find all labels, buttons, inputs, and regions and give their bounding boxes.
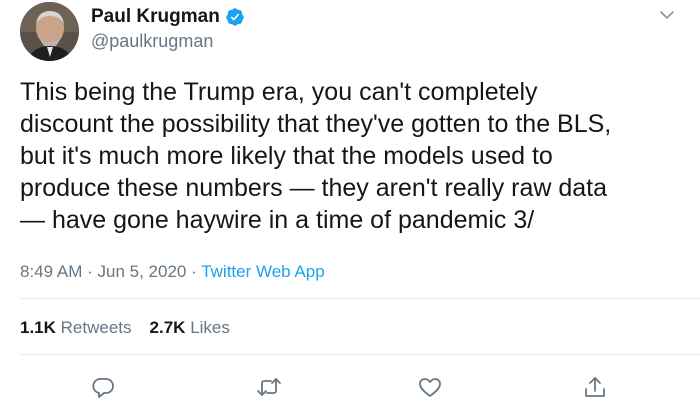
retweets-count: 1.1K — [20, 318, 56, 337]
tweet-stats: 1.1K Retweets 2.7K Likes — [20, 318, 230, 338]
heart-icon[interactable] — [417, 375, 443, 399]
meta-separator: · — [191, 262, 197, 281]
meta-separator: · — [87, 262, 93, 281]
avatar-image — [20, 2, 79, 61]
retweet-icon[interactable] — [256, 375, 282, 399]
tweet-text-line: but it's much more likely that the model… — [20, 142, 553, 170]
author-handle[interactable]: @paulkrugman — [91, 31, 213, 52]
verified-badge-icon — [225, 7, 245, 27]
likes-count: 2.7K — [149, 318, 186, 337]
tweet-text-line: This being the Trump era, you can't comp… — [20, 78, 538, 106]
share-icon[interactable] — [582, 375, 608, 399]
author-display-name[interactable]: Paul Krugman — [91, 6, 220, 28]
likes-stat[interactable]: 2.7K Likes — [150, 318, 230, 337]
divider — [20, 298, 700, 299]
likes-label: Likes — [190, 318, 230, 337]
tweet-text: This being the Trump era, you can't comp… — [20, 76, 690, 236]
tweet-card: Paul Krugman @paulkrugman This being the… — [0, 0, 700, 400]
tweet-date[interactable]: Jun 5, 2020 — [98, 262, 187, 281]
tweet-text-line: produce these numbers — they aren't real… — [20, 174, 608, 202]
tweet-text-line: — have gone haywire in a time of pandemi… — [20, 206, 535, 234]
tweet-meta: 8:49 AM · Jun 5, 2020 · Twitter Web App — [20, 262, 325, 282]
tweet-time[interactable]: 8:49 AM — [20, 262, 82, 281]
avatar[interactable] — [20, 2, 79, 61]
retweets-label: Retweets — [60, 318, 132, 337]
chevron-down-icon[interactable] — [658, 8, 676, 22]
retweets-stat[interactable]: 1.1K Retweets — [20, 318, 132, 337]
tweet-source-link[interactable]: Twitter Web App — [201, 262, 324, 281]
author-name-row[interactable]: Paul Krugman — [91, 6, 245, 28]
tweet-text-line: discount the possibility that they've go… — [20, 110, 612, 138]
divider — [20, 354, 700, 355]
reply-icon[interactable] — [91, 375, 117, 399]
